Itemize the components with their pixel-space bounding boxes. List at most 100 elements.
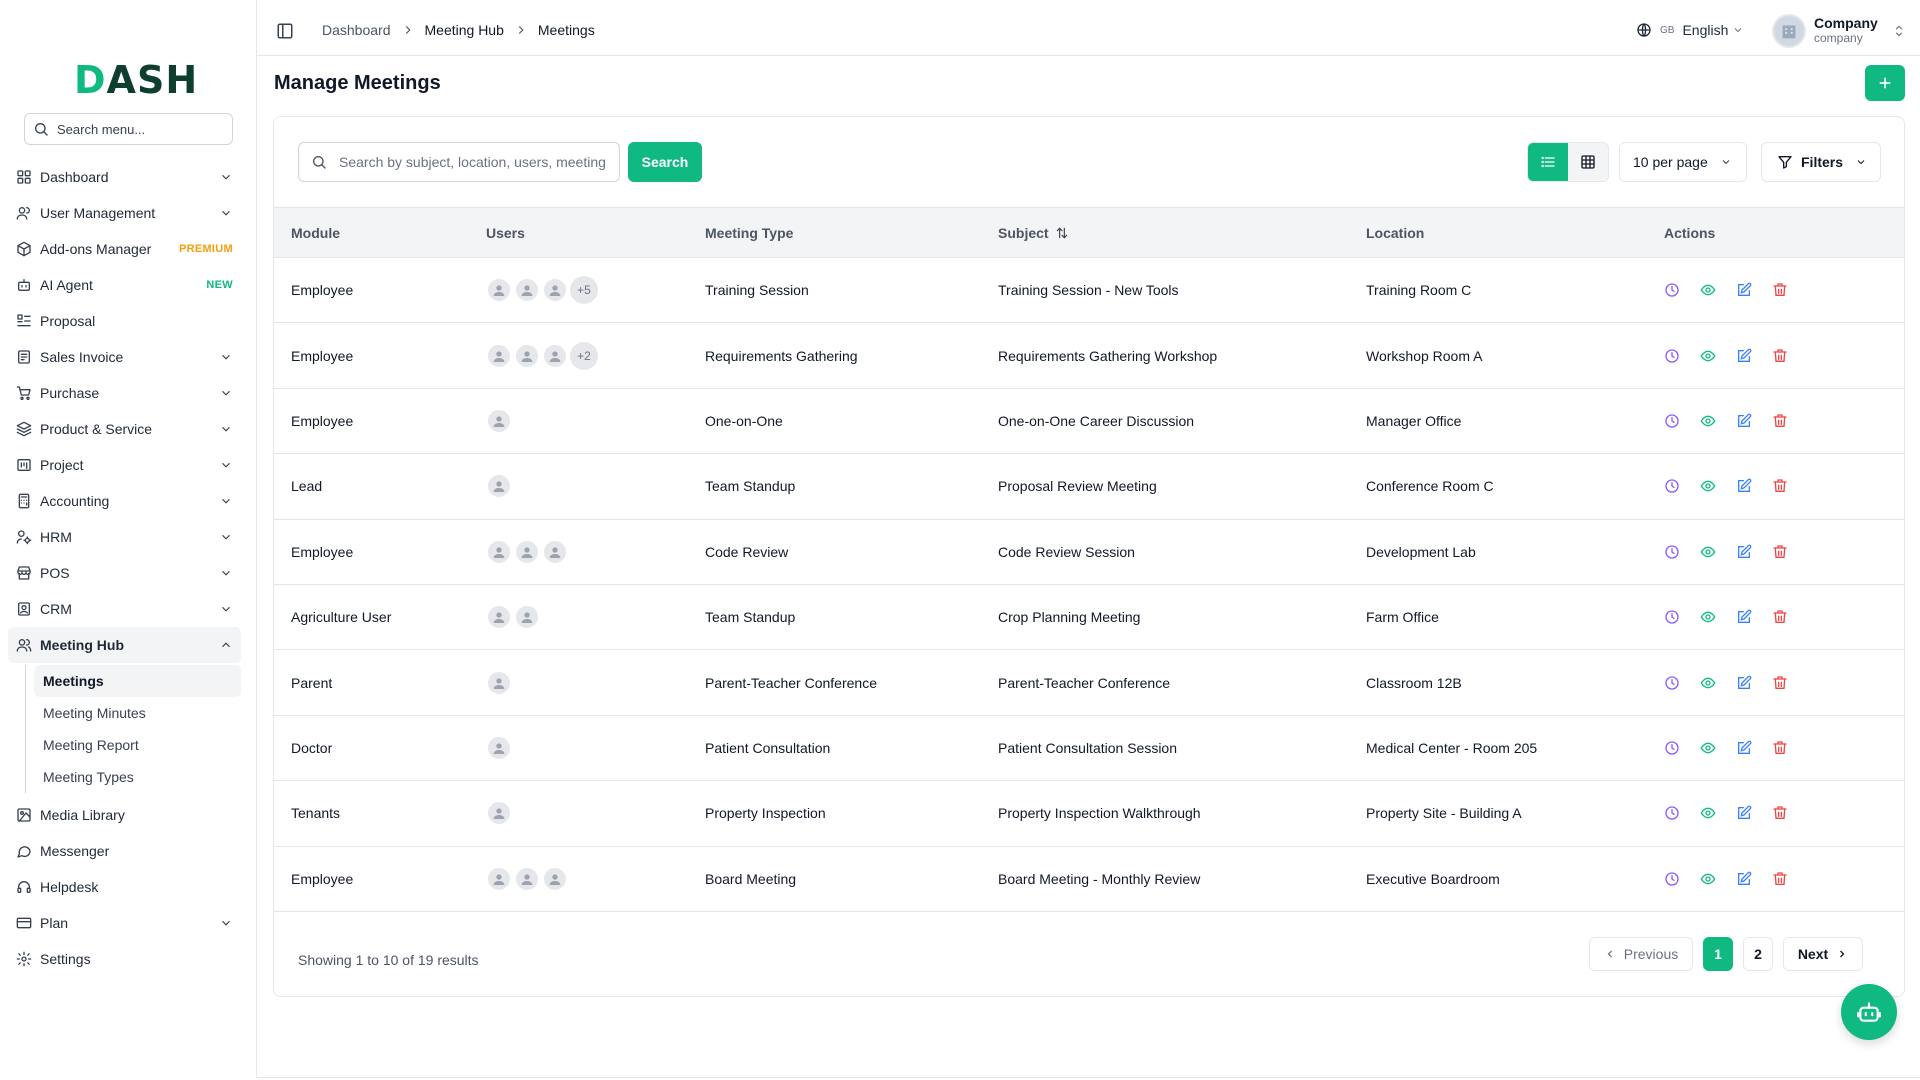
table-row[interactable]: Tenants Property Inspection Property Inspe… [274, 781, 1904, 847]
history-icon[interactable] [1664, 740, 1680, 756]
user-avatar[interactable] [486, 538, 512, 565]
sidebar-item-settings[interactable]: Settings [8, 941, 241, 977]
breadcrumb-dashboard[interactable]: Dashboard [322, 22, 391, 38]
user-avatar[interactable] [542, 277, 568, 304]
add-meeting-button[interactable] [1865, 65, 1905, 101]
table-row[interactable]: Doctor Patient Consultation Patient Consul… [274, 715, 1904, 781]
user-avatar[interactable] [542, 865, 568, 892]
table-search-input[interactable] [339, 154, 607, 170]
view-icon[interactable] [1700, 413, 1716, 429]
user-avatar[interactable] [514, 865, 540, 892]
sidebar-item-pos[interactable]: POS [8, 555, 241, 591]
table-row[interactable]: Employee Board Meeting Board Meeting - Mon… [274, 846, 1904, 912]
more-users-badge[interactable]: +2 [570, 341, 598, 370]
delete-icon[interactable] [1772, 609, 1788, 625]
submenu-item-meetings[interactable]: Meetings [34, 665, 241, 697]
user-avatar[interactable] [486, 342, 512, 369]
sidebar-item-helpdesk[interactable]: Helpdesk [8, 869, 241, 905]
table-row[interactable]: Employee Code Review Code Review Session De… [274, 519, 1904, 585]
history-icon[interactable] [1664, 413, 1680, 429]
page-1-button[interactable]: 1 [1703, 937, 1733, 971]
table-row[interactable]: Employee One-on-One One-on-One Career Disc… [274, 388, 1904, 454]
user-avatar[interactable] [514, 538, 540, 565]
user-avatar[interactable] [514, 277, 540, 304]
submenu-item-meeting-report[interactable]: Meeting Report [34, 729, 241, 761]
delete-icon[interactable] [1772, 478, 1788, 494]
per-page-select[interactable]: 10 per page [1619, 142, 1747, 182]
delete-icon[interactable] [1772, 675, 1788, 691]
sidebar-item-user-management[interactable]: User Management [8, 195, 241, 231]
user-avatar[interactable] [486, 669, 512, 696]
list-view-button[interactable] [1528, 143, 1568, 181]
sidebar-item-hrm[interactable]: HRM [8, 519, 241, 555]
user-avatar[interactable] [542, 538, 568, 565]
edit-icon[interactable] [1736, 544, 1752, 560]
edit-icon[interactable] [1736, 805, 1752, 821]
dash-logo[interactable]: DASH [74, 61, 198, 99]
history-icon[interactable] [1664, 478, 1680, 494]
sort-icon[interactable] [1055, 226, 1069, 240]
sidebar-item-add-ons-manager[interactable]: Add-ons Manager PREMIUM [8, 231, 241, 267]
sidebar-item-project[interactable]: Project [8, 447, 241, 483]
table-row[interactable]: Employee +5 Training Session Training Sessi… [274, 258, 1904, 323]
delete-icon[interactable] [1772, 348, 1788, 364]
filters-button[interactable]: Filters [1761, 142, 1881, 182]
view-icon[interactable] [1700, 609, 1716, 625]
sidebar-item-dashboard[interactable]: Dashboard [8, 159, 241, 195]
sidebar-item-messenger[interactable]: Messenger [8, 833, 241, 869]
table-row[interactable]: Agriculture User Team Standup Crop Plannin… [274, 584, 1904, 650]
grid-view-button[interactable] [1568, 143, 1608, 181]
sidebar-item-plan[interactable]: Plan [8, 905, 241, 941]
user-avatar[interactable] [514, 342, 540, 369]
user-avatar[interactable] [486, 734, 512, 761]
edit-icon[interactable] [1736, 413, 1752, 429]
col-subject[interactable]: Subject [981, 207, 1349, 258]
user-avatar[interactable] [486, 865, 512, 892]
view-icon[interactable] [1700, 740, 1716, 756]
delete-icon[interactable] [1772, 413, 1788, 429]
view-icon[interactable] [1700, 805, 1716, 821]
more-users-badge[interactable]: +5 [570, 276, 598, 305]
view-icon[interactable] [1700, 348, 1716, 364]
language-selector[interactable]: GB English [1636, 22, 1744, 38]
history-icon[interactable] [1664, 609, 1680, 625]
search-menu-input[interactable] [57, 121, 217, 137]
submenu-item-meeting-minutes[interactable]: Meeting Minutes [34, 697, 241, 729]
user-avatar[interactable] [486, 604, 512, 631]
delete-icon[interactable] [1772, 805, 1788, 821]
delete-icon[interactable] [1772, 871, 1788, 887]
delete-icon[interactable] [1772, 544, 1788, 560]
company-switcher[interactable]: Company company [1772, 14, 1906, 48]
sidebar-item-accounting[interactable]: Accounting [8, 483, 241, 519]
previous-page-button[interactable]: Previous [1589, 937, 1693, 971]
sidebar-item-proposal[interactable]: Proposal [8, 303, 241, 339]
edit-icon[interactable] [1736, 348, 1752, 364]
view-icon[interactable] [1700, 675, 1716, 691]
history-icon[interactable] [1664, 871, 1680, 887]
user-avatar[interactable] [542, 342, 568, 369]
chatbot-button[interactable] [1841, 984, 1897, 1040]
table-row[interactable]: Parent Parent-Teacher Conference Parent-Te… [274, 650, 1904, 716]
history-icon[interactable] [1664, 675, 1680, 691]
history-icon[interactable] [1664, 282, 1680, 298]
user-avatar[interactable] [514, 604, 540, 631]
delete-icon[interactable] [1772, 282, 1788, 298]
view-icon[interactable] [1700, 871, 1716, 887]
submenu-item-meeting-types[interactable]: Meeting Types [34, 761, 241, 793]
user-avatar[interactable] [486, 277, 512, 304]
table-row[interactable]: Employee +2 Requirements Gathering Requirem… [274, 323, 1904, 389]
delete-icon[interactable] [1772, 740, 1788, 756]
sidebar-item-ai-agent[interactable]: AI Agent NEW [8, 267, 241, 303]
view-icon[interactable] [1700, 282, 1716, 298]
sidebar-item-media-library[interactable]: Media Library [8, 797, 241, 833]
sidebar-item-meeting-hub[interactable]: Meeting Hub [8, 627, 241, 663]
page-2-button[interactable]: 2 [1743, 937, 1773, 971]
edit-icon[interactable] [1736, 675, 1752, 691]
sidebar-toggle-icon[interactable] [276, 22, 294, 40]
history-icon[interactable] [1664, 544, 1680, 560]
breadcrumb-meeting-hub[interactable]: Meeting Hub [425, 22, 504, 38]
edit-icon[interactable] [1736, 609, 1752, 625]
view-icon[interactable] [1700, 478, 1716, 494]
table-row[interactable]: Lead Team Standup Proposal Review Meeting C… [274, 454, 1904, 520]
view-icon[interactable] [1700, 544, 1716, 560]
